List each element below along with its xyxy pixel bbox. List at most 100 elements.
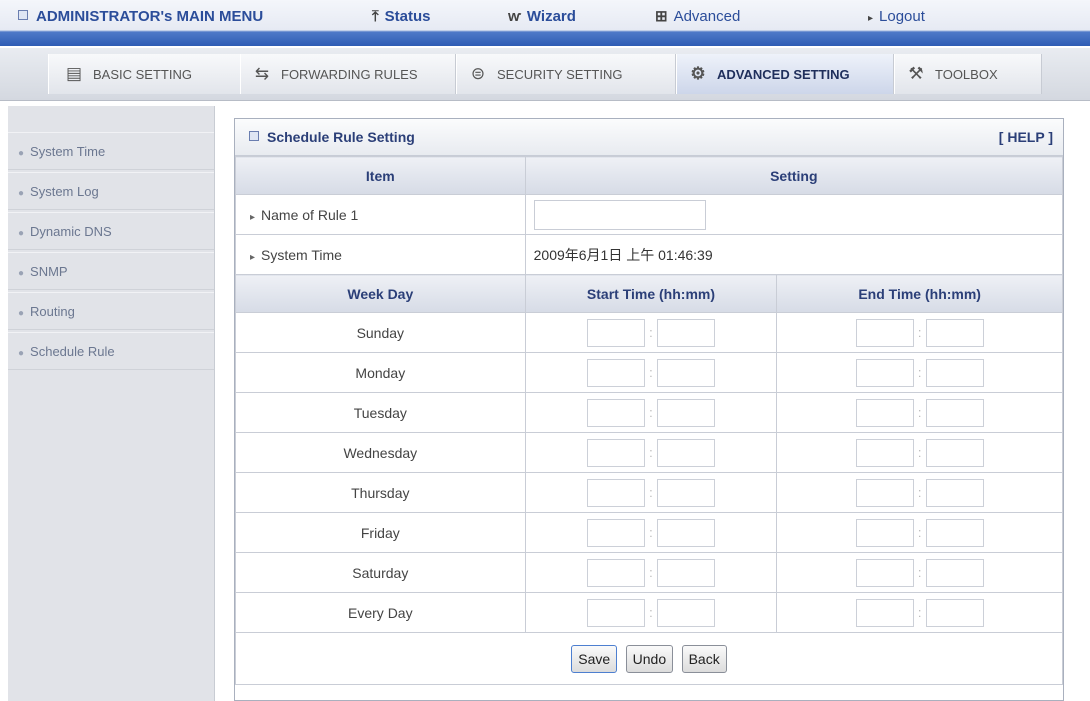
start-hour-input[interactable] — [586, 478, 645, 507]
start-minute-input[interactable] — [656, 478, 715, 507]
end-minute-input[interactable] — [925, 398, 984, 427]
start-minute-input[interactable] — [656, 318, 715, 347]
start-minute-input[interactable] — [656, 598, 715, 627]
start-time-cell: : — [524, 512, 778, 553]
end-minute-input[interactable] — [925, 598, 984, 627]
wizard-menu[interactable]: ⱳ Wizard — [508, 6, 576, 28]
end-time-cell: : — [776, 392, 1063, 433]
start-time-cell: : — [524, 552, 778, 593]
end-hour-input[interactable] — [855, 318, 914, 347]
end-minute-input[interactable] — [925, 518, 984, 547]
start-hour-input[interactable] — [586, 598, 645, 627]
colon-separator: : — [917, 605, 922, 620]
end-minute-input[interactable] — [925, 318, 984, 347]
start-time-cell: : — [524, 472, 778, 513]
name-of-rule-text: Name of Rule 1 — [261, 206, 359, 223]
sidebar-item-label: Routing — [30, 304, 75, 319]
end-hour-input[interactable] — [855, 598, 914, 627]
name-of-rule-cell — [524, 194, 1064, 235]
save-button[interactable]: Save — [571, 644, 618, 673]
colon-separator: : — [917, 565, 922, 580]
table-row: Thursday : : — [235, 472, 1063, 513]
start-hour-input[interactable] — [586, 318, 645, 347]
button-row: Save Undo Back — [235, 632, 1063, 685]
colon-separator: : — [917, 485, 922, 500]
start-hour-input[interactable] — [586, 398, 645, 427]
end-minute-input[interactable] — [925, 358, 984, 387]
admin-main-menu[interactable]: ADMINISTRATOR's MAIN MENU — [18, 6, 263, 28]
start-hour-input[interactable] — [586, 518, 645, 547]
end-hour-input[interactable] — [855, 438, 914, 467]
start-minute-input[interactable] — [656, 438, 715, 467]
undo-button[interactable]: Undo — [625, 644, 674, 673]
name-of-rule-label: ▸ Name of Rule 1 — [235, 194, 526, 235]
colon-separator: : — [649, 525, 653, 540]
colon-separator: : — [917, 405, 922, 420]
tab-basic-setting[interactable]: ▤ BASIC SETTING — [48, 54, 242, 94]
sidebar-item-label: System Time — [30, 144, 106, 159]
tab-security-setting[interactable]: ⊜ SECURITY SETTING — [456, 54, 676, 94]
sidebar-item-system-time[interactable]: ● System Time — [8, 132, 214, 170]
table-row: Tuesday : : — [235, 392, 1063, 433]
end-hour-input[interactable] — [855, 358, 914, 387]
end-minute-input[interactable] — [925, 438, 984, 467]
column-header-end-time: End Time (hh:mm) — [776, 274, 1063, 313]
end-hour-input[interactable] — [855, 558, 914, 587]
table-row: Wednesday : : — [235, 432, 1063, 473]
help-link[interactable]: [ HELP ] — [999, 119, 1053, 155]
tab-toolbox[interactable]: ⚒ TOOLBOX — [894, 54, 1042, 94]
wizard-menu-label: Wizard — [526, 8, 576, 25]
start-minute-input[interactable] — [656, 358, 715, 387]
tab-advanced-setting[interactable]: ⚙ ADVANCED SETTING — [676, 54, 894, 94]
chevron-right-icon: ▸ — [868, 13, 874, 24]
end-minute-input[interactable] — [925, 478, 984, 507]
schedule-table: Item Setting ▸ Name of Rule 1 ▸ System Tim… — [235, 156, 1064, 685]
system-time-text: System Time — [261, 246, 342, 263]
admin-main-menu-label: ADMINISTRATOR's MAIN MENU — [36, 8, 264, 25]
table-row: Every Day : : — [235, 592, 1063, 633]
start-hour-input[interactable] — [586, 358, 645, 387]
end-hour-input[interactable] — [855, 518, 914, 547]
end-hour-input[interactable] — [855, 478, 914, 507]
toolbox-icon: ⚒ — [908, 64, 924, 83]
sidebar-item-routing[interactable]: ● Routing — [8, 292, 214, 330]
column-header-start-time: Start Time (hh:mm) — [524, 274, 778, 313]
colon-separator: : — [649, 405, 653, 420]
bullet-icon: ● — [18, 188, 25, 199]
sidebar-item-dynamic-dns[interactable]: ● Dynamic DNS — [8, 212, 214, 250]
day-label: Thursday — [235, 472, 526, 513]
end-minute-input[interactable] — [925, 558, 984, 587]
sidebar-item-snmp[interactable]: ● SNMP — [8, 252, 214, 290]
advanced-menu-label: Advanced — [673, 8, 741, 25]
colon-separator: : — [917, 365, 922, 380]
end-time-cell: : — [776, 432, 1063, 473]
status-menu[interactable]: ⤒ Status — [372, 6, 430, 28]
start-minute-input[interactable] — [656, 558, 715, 587]
day-label: Saturday — [235, 552, 526, 593]
rule-name-input[interactable] — [533, 199, 706, 230]
start-hour-input[interactable] — [586, 438, 645, 467]
start-hour-input[interactable] — [586, 558, 645, 587]
start-time-cell: : — [524, 592, 778, 633]
status-icon: ⤒ — [372, 8, 379, 25]
end-hour-input[interactable] — [855, 398, 914, 427]
status-menu-label: Status — [384, 8, 431, 25]
end-time-cell: : — [776, 592, 1063, 633]
advanced-menu[interactable]: ⊞ Advanced — [655, 6, 740, 28]
sidebar-item-schedule-rule[interactable]: ● Schedule Rule — [8, 332, 214, 370]
tab-forwarding-rules[interactable]: ⇆ FORWARDING RULES — [240, 54, 456, 94]
arrow-right-icon: ▸ — [250, 251, 256, 263]
column-header-item: Item — [235, 156, 526, 195]
tab-label: BASIC SETTING — [93, 67, 192, 82]
start-minute-input[interactable] — [656, 398, 715, 427]
colon-separator: : — [649, 565, 653, 580]
arrow-right-icon: ▸ — [250, 211, 256, 223]
start-time-cell: : — [524, 312, 778, 353]
back-button[interactable]: Back — [681, 644, 727, 673]
logout-menu[interactable]: ▸ Logout — [868, 6, 925, 28]
sidebar-item-label: SNMP — [30, 264, 68, 279]
start-minute-input[interactable] — [656, 518, 715, 547]
colon-separator: : — [649, 605, 653, 620]
tab-label: FORWARDING RULES — [281, 67, 418, 82]
sidebar-item-system-log[interactable]: ● System Log — [8, 172, 214, 210]
